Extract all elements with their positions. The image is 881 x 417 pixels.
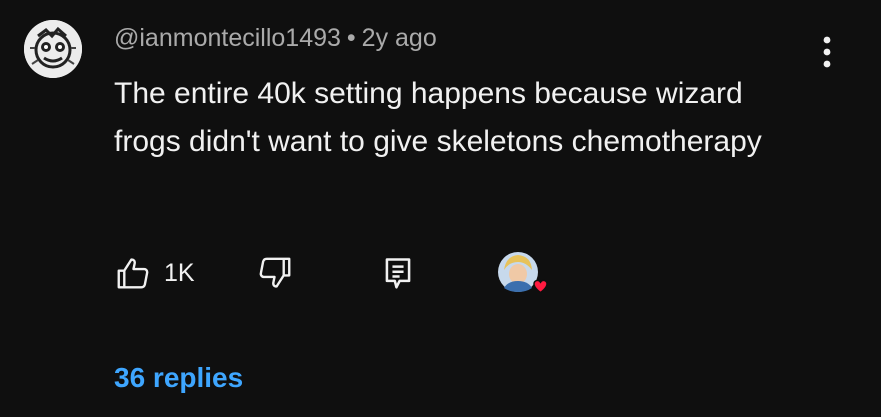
- comment-reply-icon: [385, 258, 411, 289]
- thumb-down-icon: [259, 257, 291, 288]
- thumb-up-icon: [117, 258, 149, 289]
- more-vert-icon: [823, 36, 831, 68]
- comment-actions: 1K: [114, 250, 674, 294]
- creator-heart-icon: [498, 252, 548, 294]
- dislike-button[interactable]: [256, 254, 294, 292]
- comment-text: The entire 40k setting happens because w…: [114, 77, 762, 158]
- avatar-image: [24, 20, 82, 78]
- replies-toggle[interactable]: 36 replies: [114, 362, 243, 394]
- comment-item: @ianmontecillo1493 • 2y ago The entire 40k…: [0, 0, 881, 417]
- comment-header: @ianmontecillo1493 • 2y ago: [114, 24, 437, 53]
- avatar[interactable]: [24, 20, 82, 78]
- comment-timestamp[interactable]: 2y ago: [362, 24, 437, 52]
- author-handle[interactable]: @ianmontecillo1493: [114, 24, 341, 52]
- header-separator: •: [346, 24, 356, 52]
- reply-button[interactable]: [379, 254, 417, 292]
- like-button[interactable]: [114, 254, 152, 292]
- more-options-button[interactable]: [812, 33, 842, 71]
- creator-heart-badge[interactable]: [496, 250, 554, 302]
- like-count: 1K: [164, 259, 195, 287]
